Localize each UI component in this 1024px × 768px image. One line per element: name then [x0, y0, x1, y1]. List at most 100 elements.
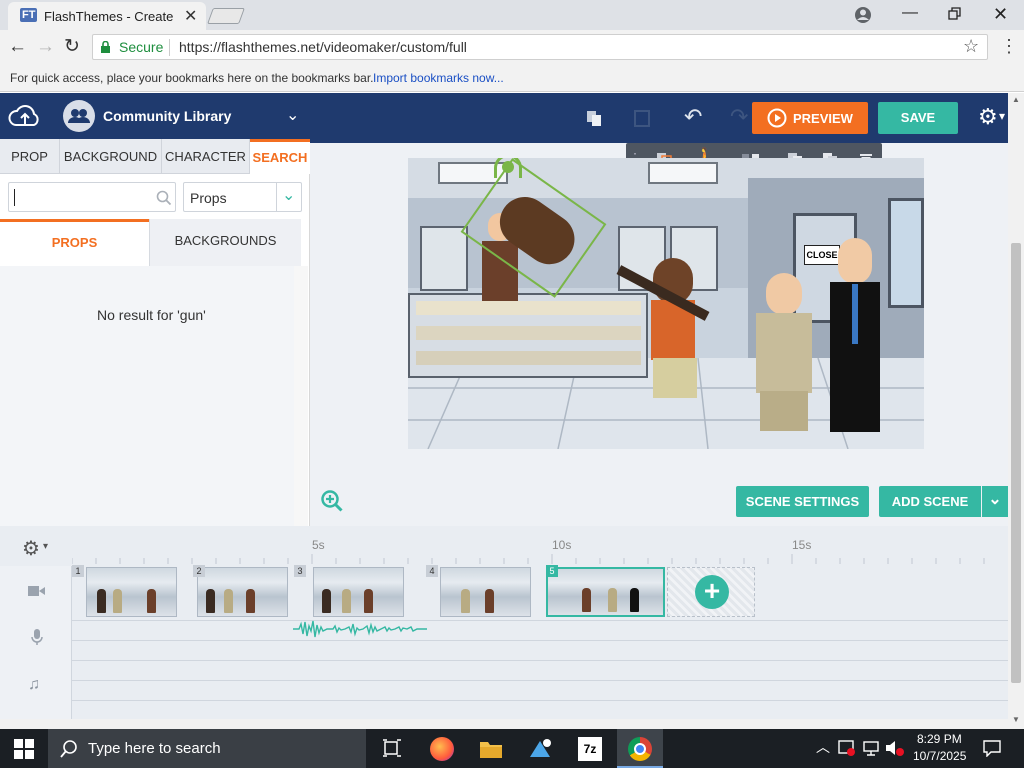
scene-thumbnail-2[interactable] — [197, 567, 288, 617]
notifications-icon[interactable] — [982, 739, 1002, 757]
track-divider — [72, 660, 1008, 661]
search-icon[interactable] — [156, 190, 172, 206]
network-icon[interactable] — [862, 740, 880, 756]
stage-canvas[interactable]: CLOSE — [408, 158, 924, 449]
bookmark-star-icon[interactable]: ☆ — [963, 36, 979, 57]
7zip-icon[interactable]: 7z — [578, 737, 602, 761]
track-divider — [72, 700, 1008, 701]
security-alert-icon[interactable] — [838, 739, 856, 757]
tab-search[interactable]: SEARCH — [250, 139, 310, 174]
scene-thumbnail-1[interactable] — [86, 567, 177, 617]
browser-tab-active[interactable]: FT FlashThemes - Create ✕ — [8, 2, 206, 30]
add-scene-button[interactable]: ADD SCENE — [879, 486, 981, 517]
page-scrollbar[interactable]: ▲ ▼ — [1008, 93, 1024, 729]
horizontal-scrollbar[interactable] — [0, 719, 1008, 729]
volume-muted-icon[interactable] — [885, 739, 905, 757]
microphone-icon — [31, 629, 43, 645]
scene-window — [888, 198, 924, 308]
panel-scrollbar[interactable] — [294, 266, 308, 526]
scene-counter-items — [416, 326, 641, 340]
scene-settings-button[interactable]: SCENE SETTINGS — [736, 486, 869, 517]
tray-chevron-up-icon[interactable]: ︿ — [816, 737, 830, 757]
add-scene-dropdown[interactable]: ⌄ — [982, 486, 1008, 517]
taskbar-chrome-active[interactable] — [617, 729, 663, 768]
text-caret — [14, 189, 15, 206]
rotate-handle-dot[interactable] — [502, 161, 514, 173]
windows-start-icon[interactable] — [14, 739, 34, 759]
taskbar-search-placeholder: Type here to search — [88, 740, 221, 757]
scene-thumbnail-4[interactable] — [440, 567, 531, 617]
chevron-down-icon[interactable]: ▾ — [999, 109, 1005, 123]
chevron-down-icon: ⌄ — [282, 187, 296, 204]
add-scene-label: ADD SCENE — [891, 494, 969, 509]
scroll-up-icon[interactable]: ▲ — [1012, 95, 1020, 104]
filter-select[interactable]: Props ⌄ — [183, 182, 302, 212]
audio-waveform[interactable] — [293, 618, 427, 640]
scene-number-5: 5 — [546, 565, 558, 577]
tab-character[interactable]: CHARACTER — [162, 139, 250, 174]
subtab-backgrounds-label: BACKGROUNDS — [174, 233, 277, 248]
add-scene-slot[interactable]: + — [667, 567, 755, 617]
copy-icon[interactable] — [584, 108, 604, 128]
window-close-icon[interactable]: ✕ — [993, 4, 1008, 25]
reload-icon[interactable]: ↻ — [64, 35, 80, 58]
scene-number-4: 4 — [426, 565, 438, 577]
firefox-icon[interactable] — [430, 737, 454, 761]
forward-icon[interactable]: → — [36, 36, 55, 58]
zoom-in-icon[interactable] — [320, 489, 344, 513]
redo-icon: ↷ — [730, 104, 749, 129]
time-ruler[interactable] — [72, 552, 1008, 564]
tab-prop[interactable]: PROP — [0, 139, 60, 174]
import-bookmarks-link[interactable]: Import bookmarks now... — [373, 71, 504, 85]
back-icon[interactable]: ← — [8, 36, 27, 58]
secure-label: Secure — [119, 39, 164, 55]
profile-icon[interactable] — [852, 4, 874, 26]
restore-icon[interactable] — [948, 7, 962, 21]
minimize-icon[interactable]: — — [902, 4, 918, 22]
save-button[interactable]: SAVE — [878, 102, 958, 134]
track-divider — [72, 680, 1008, 681]
select-divider — [276, 183, 277, 211]
add-scene-plus-icon[interactable]: + — [695, 575, 729, 609]
character-soldier[interactable] — [748, 273, 818, 438]
subtab-props[interactable]: PROPS — [0, 219, 149, 266]
character-gunman[interactable] — [613, 258, 710, 418]
chrome-menu-icon[interactable]: ⋮ — [1000, 36, 1018, 57]
subtab-backgrounds[interactable]: BACKGROUNDS — [149, 219, 301, 266]
upload-cloud-icon[interactable] — [8, 103, 42, 129]
tab-prop-label: PROP — [11, 149, 48, 164]
scene-thumbnail-5[interactable] — [546, 567, 665, 617]
paint-app-icon[interactable] — [528, 737, 554, 761]
library-label[interactable]: Community Library — [103, 108, 231, 124]
clock-time[interactable]: 8:29 PM — [917, 732, 962, 746]
scene-settings-label: SCENE SETTINGS — [745, 494, 860, 509]
search-input[interactable] — [8, 182, 176, 212]
asset-panel: PROP BACKGROUND CHARACTER SEARCH Props ⌄… — [0, 139, 310, 526]
tab-search-label: SEARCH — [252, 150, 308, 165]
filter-select-value: Props — [190, 190, 227, 206]
chevron-down-icon[interactable]: ⌄ — [286, 105, 299, 125]
preview-button[interactable]: PREVIEW — [752, 102, 868, 134]
scene-thumbnail-3[interactable] — [313, 567, 404, 617]
results-panel — [0, 266, 294, 526]
character-suited-man[interactable] — [826, 238, 882, 438]
scrollbar-thumb[interactable] — [1011, 243, 1021, 683]
new-tab-button[interactable] — [207, 8, 245, 24]
taskbar-search-box[interactable]: Type here to search — [48, 729, 366, 768]
file-explorer-icon[interactable] — [479, 738, 503, 760]
timeline-settings-gear-icon[interactable]: ⚙ — [22, 536, 40, 561]
tab-close-icon[interactable]: ✕ — [184, 6, 197, 26]
scene-light — [648, 162, 718, 184]
tab-background[interactable]: BACKGROUND — [60, 139, 162, 174]
chevron-down-icon[interactable]: ▾ — [43, 541, 48, 552]
7zip-label: 7z — [583, 742, 597, 756]
scroll-down-icon[interactable]: ▼ — [1012, 715, 1020, 724]
address-bar[interactable]: Secure https://flashthemes.net/videomake… — [92, 34, 988, 60]
task-view-icon[interactable] — [382, 739, 402, 757]
settings-gear-icon[interactable]: ⚙ — [978, 104, 998, 130]
no-result-text: No result for 'gun' — [97, 307, 206, 323]
url-text[interactable]: https://flashthemes.net/videomaker/custo… — [179, 39, 467, 55]
paste-icon — [634, 110, 650, 127]
undo-icon[interactable]: ↶ — [684, 104, 702, 130]
clock-date[interactable]: 10/7/2025 — [913, 749, 966, 763]
